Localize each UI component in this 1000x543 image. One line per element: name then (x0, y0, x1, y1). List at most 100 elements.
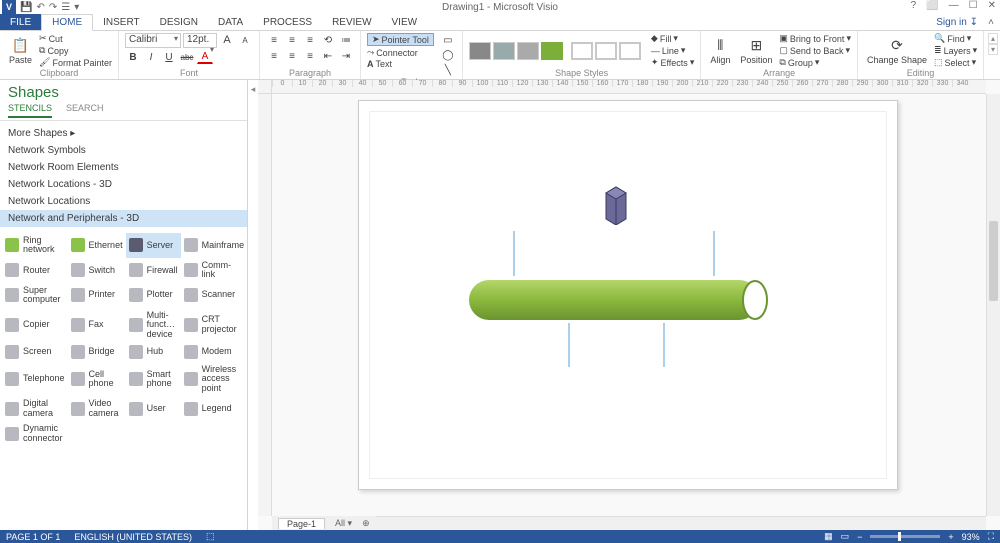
font-size-combo[interactable]: 12pt. (183, 33, 217, 48)
scrollbar-horizontal[interactable] (272, 516, 986, 530)
style-swatch[interactable] (517, 42, 539, 60)
shrink-font-button[interactable]: A (237, 33, 253, 47)
stencil-category[interactable]: Network Locations - 3D (8, 176, 239, 193)
send-back-button[interactable]: ▢ Send to Back ▾ (779, 45, 851, 56)
touch-mode-button[interactable]: ☰ (61, 2, 70, 13)
minimize-button[interactable]: — (949, 0, 959, 11)
position-button[interactable]: ⊞Position (737, 33, 775, 67)
redo-button[interactable]: ↷ (49, 2, 57, 13)
close-button[interactable]: ✕ (988, 0, 996, 11)
help-button[interactable]: ? (911, 0, 917, 11)
decrease-indent-button[interactable]: ⇤ (320, 49, 336, 63)
stencil-category[interactable]: Network Locations (8, 193, 239, 210)
shape-item[interactable]: Multi-funct… device (126, 308, 181, 342)
shape-item[interactable]: Printer (68, 283, 126, 308)
tab-home[interactable]: HOME (41, 14, 93, 31)
style-swatch-accent[interactable] (541, 42, 563, 60)
shape-item[interactable]: Ring network (2, 233, 68, 258)
maximize-button[interactable]: ☐ (969, 0, 978, 11)
add-page-button[interactable]: ⊕ (362, 518, 370, 529)
tab-design[interactable]: DESIGN (150, 14, 208, 30)
shape-item[interactable]: Plotter (126, 283, 181, 308)
qat-more-button[interactable]: ▾ (74, 2, 79, 13)
shape-item[interactable]: Video camera (68, 396, 126, 421)
page-indicator[interactable]: PAGE 1 OF 1 (6, 532, 60, 542)
ellipse-tool-button[interactable]: ◯ (440, 48, 456, 62)
tab-insert[interactable]: INSERT (93, 14, 150, 30)
shape-item[interactable]: Bridge (68, 342, 126, 362)
strike-button[interactable]: abc (179, 50, 195, 64)
line-button[interactable]: — Line ▾ (651, 45, 694, 56)
stencil-category[interactable]: Network Symbols (8, 142, 239, 159)
style-gallery[interactable] (469, 42, 641, 60)
shape-item[interactable]: Scanner (181, 283, 248, 308)
zoom-out-button[interactable]: − (857, 532, 862, 542)
drawing-page[interactable] (358, 100, 898, 490)
rectangle-tool-button[interactable]: ▭ (440, 33, 456, 47)
align-top-button[interactable]: ≡ (266, 33, 282, 47)
pointer-tool-button[interactable]: ➤ Pointer Tool (367, 33, 434, 46)
tab-data[interactable]: DATA (208, 14, 253, 30)
shape-item[interactable]: Server (126, 233, 181, 258)
cut-button[interactable]: ✂ Cut (39, 33, 112, 44)
ribbon-gallery-scroll[interactable]: ▴▾ (988, 33, 998, 55)
style-swatch-outline[interactable] (595, 42, 617, 60)
shape-item[interactable]: Super computer (2, 283, 68, 308)
tab-stencils[interactable]: STENCILS (8, 103, 52, 118)
shape-item[interactable]: Modem (181, 342, 248, 362)
layers-button[interactable]: ≣ Layers ▾ (934, 45, 977, 56)
line-tool-button[interactable]: ╲ (440, 63, 456, 77)
shape-item[interactable]: Switch (68, 258, 126, 283)
collapse-ribbon-button[interactable]: ˄ (988, 14, 994, 30)
style-swatch[interactable] (493, 42, 515, 60)
align-middle-button[interactable]: ≡ (284, 33, 300, 47)
shape-item[interactable]: Comm-link (181, 258, 248, 283)
font-name-combo[interactable]: Calibri (125, 33, 181, 48)
panel-collapse-button[interactable]: ◂ (248, 80, 258, 530)
sign-in-link[interactable]: Sign in ↧ (936, 14, 978, 30)
align-right-button[interactable]: ≡ (302, 49, 318, 63)
shape-item[interactable]: Router (2, 258, 68, 283)
language-indicator[interactable]: ENGLISH (UNITED STATES) (74, 532, 192, 542)
bold-button[interactable]: B (125, 50, 141, 64)
macro-indicator[interactable]: ⬚ (206, 531, 215, 542)
align-button[interactable]: ⫴Align (707, 33, 733, 67)
shape-item[interactable]: Digital camera (2, 396, 68, 421)
underline-button[interactable]: U (161, 50, 177, 64)
effects-button[interactable]: ✦ Effects ▾ (651, 57, 694, 68)
shape-item[interactable]: Ethernet (68, 233, 126, 258)
paste-button[interactable]: 📋Paste (6, 33, 35, 67)
server-shape[interactable] (601, 185, 631, 228)
shape-item[interactable]: Hub (126, 342, 181, 362)
stencil-category-selected[interactable]: Network and Peripherals - 3D (0, 210, 247, 227)
style-swatch-outline[interactable] (571, 42, 593, 60)
shape-item[interactable]: Fax (68, 308, 126, 342)
page-tab-1[interactable]: Page-1 (278, 518, 325, 529)
bring-front-button[interactable]: ▣ Bring to Front ▾ (779, 33, 851, 44)
group-button[interactable]: ⧉ Group ▾ (779, 57, 851, 68)
tab-file[interactable]: FILE (0, 14, 41, 30)
tab-review[interactable]: REVIEW (322, 14, 381, 30)
shape-item[interactable]: Smart phone (126, 362, 181, 396)
zoom-level[interactable]: 93% (962, 532, 980, 542)
shape-item[interactable]: Legend (181, 396, 248, 421)
save-button[interactable]: 💾 (20, 2, 32, 13)
style-swatch[interactable] (469, 42, 491, 60)
bullets-button[interactable]: ≔ (338, 33, 354, 47)
view-normal-button[interactable]: ▦ (824, 531, 833, 542)
shape-item[interactable]: CRT projector (181, 308, 248, 342)
style-swatch-outline[interactable] (619, 42, 641, 60)
zoom-slider[interactable] (870, 535, 940, 538)
italic-button[interactable]: I (143, 50, 159, 64)
scrollbar-vertical[interactable] (986, 94, 1000, 516)
shape-item[interactable]: Cell phone (68, 362, 126, 396)
align-center-button[interactable]: ≡ (284, 49, 300, 63)
align-bottom-button[interactable]: ≡ (302, 33, 318, 47)
view-wide-button[interactable]: ▭ (841, 531, 850, 542)
copy-button[interactable]: ⧉ Copy (39, 45, 112, 56)
increase-indent-button[interactable]: ⇥ (338, 49, 354, 63)
shape-item[interactable]: Screen (2, 342, 68, 362)
grow-font-button[interactable]: A (219, 33, 235, 47)
fill-button[interactable]: ◆ Fill ▾ (651, 33, 694, 44)
connector-tool-button[interactable]: ⤳ Connector (367, 47, 434, 58)
